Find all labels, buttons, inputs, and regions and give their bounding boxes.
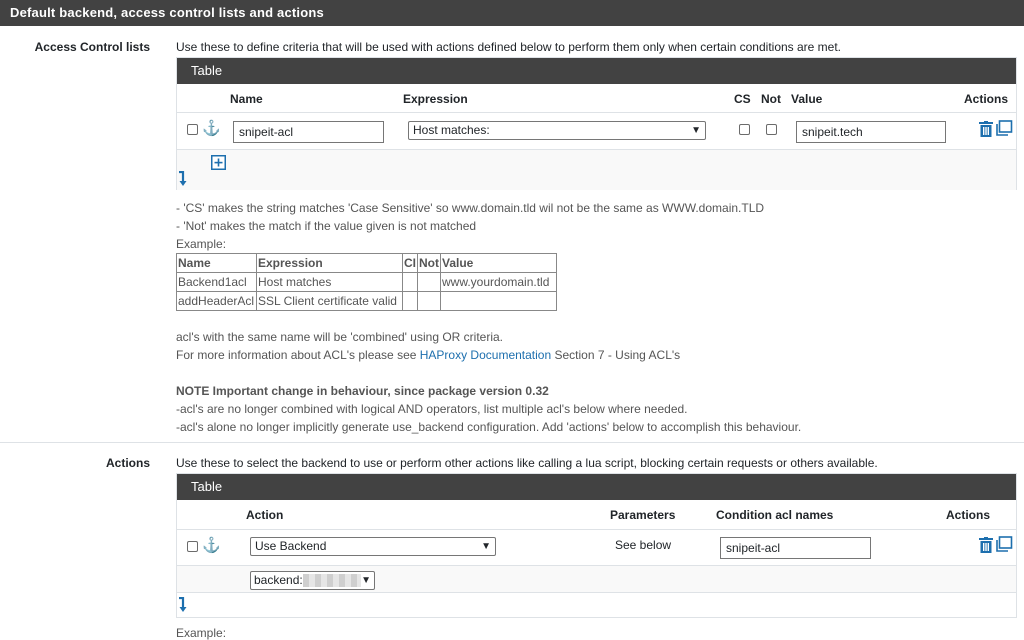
example-table: Name Expression CI Not Value Backend1acl… xyxy=(176,253,557,311)
col-actions: Actions xyxy=(964,92,1009,106)
trash-icon[interactable] xyxy=(979,121,993,137)
chevron-down-icon: ▼ xyxy=(361,575,371,586)
anchor-icon[interactable]: ⚓ xyxy=(202,121,221,136)
action-type-value: Use Backend xyxy=(255,539,327,553)
move-down-icon[interactable] xyxy=(178,171,188,187)
table-row: Backend1acl Host matches www.yourdomain.… xyxy=(176,272,557,292)
backend-field[interactable]: backend: ▼ xyxy=(250,571,375,590)
copy-icon[interactable] xyxy=(995,536,1013,553)
col-name: Name xyxy=(230,92,263,106)
table-row: addHeaderAcl SSL Client certificate vali… xyxy=(176,291,557,311)
acl-description: Use these to define criteria that will b… xyxy=(176,40,842,54)
example-cell: www.yourdomain.tld xyxy=(440,272,557,292)
more-info-suffix: Section 7 - Using ACL's xyxy=(551,348,681,362)
help-cs: - 'CS' makes the string matches 'Case Se… xyxy=(176,201,765,215)
col-actions: Actions xyxy=(946,508,991,522)
acl-expression-value: Host matches: xyxy=(413,123,490,137)
actions-table: Table Action Parameters Condition acl na… xyxy=(176,473,1017,618)
copy-icon[interactable] xyxy=(995,120,1013,137)
acl-name-input[interactable]: snipeit-acl xyxy=(233,121,384,143)
col-condition: Condition acl names xyxy=(716,508,834,522)
col-cs: CS xyxy=(734,92,751,106)
trash-icon[interactable] xyxy=(979,537,993,553)
combined-note: acl's with the same name will be 'combin… xyxy=(176,330,504,344)
more-info-prefix: For more information about ACL's please … xyxy=(176,348,420,362)
backend-select-value[interactable] xyxy=(302,574,361,588)
acl-value-input[interactable]: snipeit.tech xyxy=(796,121,946,143)
example-table-header: Name Expression CI Not Value xyxy=(176,253,557,273)
example-cell: addHeaderAcl xyxy=(176,291,257,311)
acl-label: Access Control lists xyxy=(34,40,150,54)
note-line-1: -acl's are no longer combined with logic… xyxy=(176,402,688,416)
col-expression: Expression xyxy=(403,92,468,106)
more-info: For more information about ACL's please … xyxy=(176,348,680,362)
col-value: Value xyxy=(791,92,823,106)
note-line-2: -acl's alone no longer implicitly genera… xyxy=(176,420,802,434)
actions-table-title: Table xyxy=(177,474,1016,500)
example-cell xyxy=(440,291,557,311)
example-cell xyxy=(417,291,441,311)
backend-label: backend: xyxy=(254,573,303,587)
example-header-cell: Name xyxy=(176,253,257,273)
acl-table-title: Table xyxy=(177,58,1016,84)
acl-row-select-checkbox[interactable] xyxy=(187,124,198,135)
example-cell xyxy=(402,272,418,292)
action-row-select-checkbox[interactable] xyxy=(187,541,198,552)
actions-example-label: Example: xyxy=(176,626,227,640)
example-header-cell: Not xyxy=(417,253,441,273)
example-cell xyxy=(417,272,441,292)
example-label: Example: xyxy=(176,237,227,251)
example-cell xyxy=(402,291,418,311)
acl-expression-select[interactable]: Host matches: ▼ xyxy=(408,121,706,140)
example-header-cell: Value xyxy=(440,253,557,273)
add-row-icon[interactable] xyxy=(211,155,226,170)
section-title: Default backend, access control lists an… xyxy=(0,0,1024,26)
acl-not-checkbox[interactable] xyxy=(766,124,777,135)
col-parameters: Parameters xyxy=(610,508,676,522)
help-not: - 'Not' makes the match if the value giv… xyxy=(176,219,477,233)
move-down-icon[interactable] xyxy=(178,597,188,613)
acl-cs-checkbox[interactable] xyxy=(739,124,750,135)
chevron-down-icon: ▼ xyxy=(691,125,701,136)
example-header-cell: Expression xyxy=(256,253,403,273)
example-cell: SSL Client certificate valid xyxy=(256,291,403,311)
example-header-cell: CI xyxy=(402,253,418,273)
haproxy-docs-link[interactable]: HAProxy Documentation xyxy=(420,348,551,362)
section-divider xyxy=(0,442,1024,443)
col-not: Not xyxy=(761,92,781,106)
chevron-down-icon: ▼ xyxy=(481,541,491,552)
parameters-text: See below xyxy=(615,538,672,552)
anchor-icon[interactable]: ⚓ xyxy=(202,538,221,553)
actions-label: Actions xyxy=(105,456,150,470)
acl-table: Table Name Expression CS Not Value Actio… xyxy=(176,57,1017,190)
action-type-select[interactable]: Use Backend ▼ xyxy=(250,537,496,556)
condition-acl-input[interactable]: snipeit-acl xyxy=(720,537,871,559)
example-cell: Host matches xyxy=(256,272,403,292)
example-cell: Backend1acl xyxy=(176,272,257,292)
col-action: Action xyxy=(246,508,284,522)
note-title: NOTE Important change in behaviour, sinc… xyxy=(176,384,549,398)
actions-description: Use these to select the backend to use o… xyxy=(176,456,878,470)
